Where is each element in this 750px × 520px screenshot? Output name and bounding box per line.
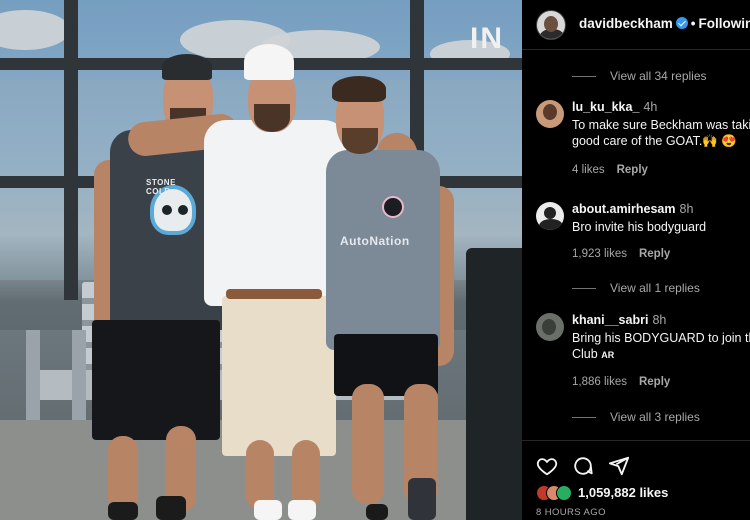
building-sign: IN	[470, 22, 504, 55]
sock	[366, 504, 388, 520]
view-replies-button[interactable]: View all 3 replies	[572, 410, 700, 424]
likes-row[interactable]: 1,059,882 likes	[536, 484, 668, 504]
comment-item: about.amirhesam 8h Bro invite his bodygua…	[536, 202, 750, 266]
commenter-username[interactable]: khani__sabri	[572, 313, 648, 327]
reply-button[interactable]: Reply	[639, 248, 670, 260]
verified-badge-icon	[675, 17, 688, 29]
belt	[226, 289, 322, 299]
skull-eye	[178, 205, 188, 215]
leg	[352, 384, 384, 504]
shin-guard	[408, 478, 436, 520]
comment-header: about.amirhesam 8h	[572, 202, 693, 216]
heart-icon[interactable]	[536, 455, 558, 477]
view-replies-button[interactable]: View all 34 replies	[572, 69, 707, 83]
shoe	[108, 502, 138, 520]
cap	[162, 54, 212, 80]
shoe	[156, 496, 186, 520]
commenter-avatar[interactable]	[536, 313, 564, 341]
beard	[254, 104, 290, 132]
sock	[288, 500, 316, 520]
bench-leg	[26, 330, 40, 420]
comment-likes[interactable]: 1,923 likes	[572, 248, 627, 260]
comment-text-line: To make sure Beckham was takin	[572, 118, 750, 132]
t-shirt	[204, 120, 346, 306]
window-frame	[64, 0, 78, 300]
cap	[244, 44, 294, 80]
jersey	[326, 150, 440, 350]
avatar-face	[542, 319, 556, 335]
comment-item: khani__sabri 8h Bring his BODYGUARD to jo…	[536, 313, 750, 393]
likes-count[interactable]: 1,059,882 likes	[578, 485, 668, 500]
beard	[342, 128, 378, 154]
comments-panel: davidbeckham •Following View all 34 repli…	[522, 0, 750, 520]
comment-time: 8h	[679, 202, 694, 216]
comment-likes[interactable]: 1,886 likes	[572, 376, 627, 388]
reply-button[interactable]: Reply	[639, 376, 670, 388]
shorts	[92, 320, 220, 440]
comment-item: lu_ku_kka_ 4h To make sure Beckham was ta…	[536, 100, 750, 180]
shorts	[222, 296, 336, 456]
author-username[interactable]: davidbeckham	[579, 16, 673, 31]
comment-text-line-2: Club AR	[572, 346, 750, 363]
leg	[108, 436, 138, 512]
comment-meta: 1,886 likes Reply	[572, 376, 670, 388]
commenter-avatar[interactable]	[536, 100, 564, 128]
commenter-avatar[interactable]	[536, 202, 564, 230]
avatar-face	[544, 16, 558, 32]
ar-tag: AR	[601, 350, 615, 360]
hair	[332, 76, 386, 102]
following-button[interactable]: Following	[699, 16, 750, 31]
avatar-face	[543, 104, 557, 120]
reply-button[interactable]: Reply	[617, 164, 648, 176]
comment-text: To make sure Beckham was takin good care…	[572, 117, 750, 149]
share-icon[interactable]	[608, 455, 630, 477]
separator-dot: •	[690, 16, 696, 31]
comment-text: Bro invite his bodyguard	[572, 219, 750, 235]
jersey-sponsor: AutoNation	[340, 234, 410, 248]
liker-avatar	[556, 484, 572, 501]
author-avatar[interactable]	[536, 10, 566, 40]
commenter-username[interactable]: about.amirhesam	[572, 202, 676, 216]
comment-likes[interactable]: 4 likes	[572, 164, 605, 176]
comment-time: 8h	[652, 313, 667, 327]
avatar-face	[544, 207, 556, 219]
comment-meta: 4 likes Reply	[572, 164, 648, 176]
comment-header: khani__sabri 8h	[572, 313, 666, 327]
trash-bin	[466, 248, 522, 520]
comment-text-line: Bring his BODYGUARD to join the	[572, 331, 750, 345]
post-header: davidbeckham •Following	[522, 0, 750, 50]
avatar-body	[539, 219, 563, 230]
post-timestamp: 8 HOURS AGO	[536, 507, 606, 518]
comment-icon[interactable]	[572, 455, 594, 477]
comment-header: lu_ku_kka_ 4h	[572, 100, 657, 114]
sock	[254, 500, 282, 520]
commenter-username[interactable]: lu_ku_kka_	[572, 100, 639, 114]
author-username-row: davidbeckham •Following	[579, 16, 750, 31]
post-photo[interactable]: IN STONE COLD AutoNation	[0, 0, 522, 520]
club-crest	[382, 196, 404, 218]
skull-eye	[162, 205, 172, 215]
comment-text: Bring his BODYGUARD to join the Club AR	[572, 330, 750, 363]
shirt-text: STONE COLD	[146, 178, 176, 196]
comment-meta: 1,923 likes Reply	[572, 248, 670, 260]
comment-text-line: Club	[572, 347, 598, 361]
bench-leg	[72, 330, 86, 420]
comment-text-line: good care of the GOAT.🙌 😍	[572, 134, 737, 148]
comment-text-line: Bro invite his bodyguard	[572, 220, 707, 234]
comment-time: 4h	[643, 100, 658, 114]
view-replies-button[interactable]: View all 1 replies	[572, 281, 700, 295]
